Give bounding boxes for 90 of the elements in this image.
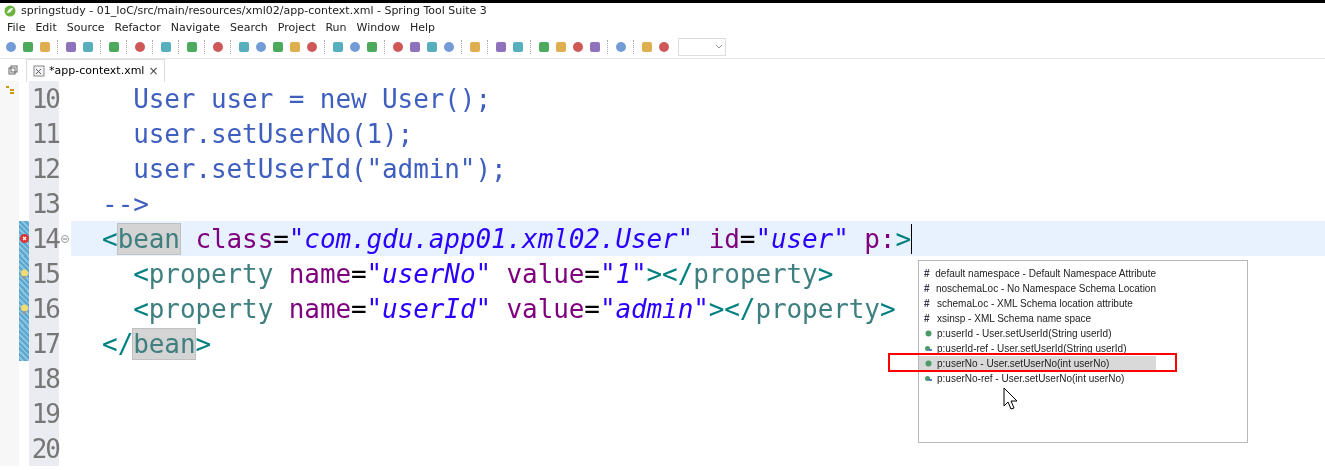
collapse-icon[interactable] [61, 234, 69, 243]
lightbulb-icon[interactable] [19, 303, 29, 314]
line-number: 20 [29, 431, 59, 466]
menu-item[interactable]: Edit [30, 20, 62, 34]
menu-item[interactable]: File [2, 20, 31, 34]
code-token: value [505, 258, 585, 289]
code-token: p: [863, 223, 896, 254]
code-token: < [101, 223, 118, 254]
reference-icon [924, 374, 933, 383]
code-token: property [755, 293, 880, 324]
hash-icon: # [924, 313, 933, 324]
code-token: "com.gdu.app01.xml02.User" [288, 223, 694, 254]
line-number: 13 [29, 186, 59, 221]
code-token: --> [101, 188, 149, 219]
line-number: 10 [29, 81, 59, 116]
code-token: property [148, 258, 274, 289]
code-token: ></ [646, 258, 694, 289]
code-token: name [287, 258, 351, 289]
code-token: = [351, 293, 367, 324]
line-number: 12 [29, 151, 59, 186]
code-token: user.setUserId("admin"); [132, 153, 507, 184]
hash-icon: # [924, 298, 933, 309]
code-token: value [505, 293, 585, 324]
menu-item[interactable]: Project [272, 20, 321, 34]
menu-item[interactable]: Navigate [165, 20, 225, 34]
proposal-item[interactable]: p:userNo-ref - User.setUserNo(int userNo) [919, 371, 1156, 386]
dot-icon [924, 329, 933, 338]
lightbulb-icon[interactable] [19, 268, 29, 279]
code-token: "userId" [366, 293, 491, 324]
code-token: </ [101, 328, 134, 359]
proposal-item[interactable]: p:userId - User.setUserId(String userId) [919, 326, 1156, 341]
code-token: id [707, 223, 740, 254]
code-token: User user = new User(); [132, 83, 491, 114]
window-title: springstudy - 01_IoC/src/main/resources/xml02/app-context.xml - Spring Tool Suite 3 [21, 4, 487, 17]
code-token: = [584, 258, 600, 289]
mouse-pointer-icon [1003, 387, 1019, 411]
code-token: bean [117, 223, 180, 254]
line-number: 18 [29, 361, 59, 396]
proposal-item[interactable]: # schemaLoc - XML Schema location attribute [919, 296, 1156, 311]
menu-item[interactable]: Source [61, 20, 110, 34]
outline-icon[interactable] [4, 85, 15, 95]
dot-icon [924, 359, 933, 368]
code-token: > [195, 328, 211, 359]
proposal-item[interactable]: # xsinsp - XML Schema name space [919, 311, 1156, 326]
chevron-down-icon [715, 44, 723, 50]
code-token: = [739, 223, 756, 254]
code-token: > [879, 293, 896, 324]
line-number: 17 [29, 326, 59, 361]
code-token: = [351, 258, 367, 289]
tab-label: *app-context.xml [49, 64, 145, 77]
line-number: 14 [29, 221, 59, 256]
line-number: 19 [29, 396, 59, 431]
menu-item[interactable]: Window [351, 20, 405, 34]
code-token: < [132, 258, 149, 289]
code-token: user.setUserNo(1); [132, 118, 414, 149]
code-token: > [895, 223, 911, 254]
code-token: name [287, 293, 351, 324]
close-icon[interactable]: × [148, 63, 159, 78]
code-token: < [132, 293, 149, 324]
menu-item[interactable]: Help [404, 20, 440, 34]
text-cursor [910, 223, 912, 254]
hash-icon: # [924, 268, 932, 279]
code-token: property [693, 258, 818, 289]
code-token: bean [133, 328, 196, 359]
menu-item[interactable]: Refactor [109, 20, 166, 34]
line-number: 16 [29, 291, 59, 326]
code-token: "user" [755, 223, 849, 254]
reference-icon [924, 344, 933, 353]
proposal-item[interactable]: # noschemaLoc - No Namespace Schema Location [919, 281, 1156, 296]
code-token: class [194, 223, 274, 254]
line-number: 11 [29, 116, 59, 151]
code-token: > [817, 258, 834, 289]
code-token: = [584, 293, 600, 324]
code-token: ></ [708, 293, 756, 324]
code-token: "userNo" [366, 258, 491, 289]
code-token: "1" [599, 258, 647, 289]
code-token: "admin" [599, 293, 709, 324]
menu-item[interactable]: Search [225, 20, 273, 34]
code-token: = [273, 223, 289, 254]
hash-icon: # [924, 283, 932, 294]
xml-file-icon [33, 64, 45, 77]
menu-item[interactable]: Run [320, 20, 352, 34]
proposal-item[interactable]: # default namespace - Default Namespace Attribute [919, 266, 1156, 281]
code-token: property [148, 293, 274, 324]
change-marker [19, 326, 29, 361]
line-number: 15 [29, 256, 59, 291]
restore-icon[interactable] [8, 65, 18, 75]
editor-tab[interactable]: *app-context.xml × [26, 58, 166, 82]
proposal-item[interactable]: p:userId-ref - User.setUserId(String userId) [919, 341, 1156, 356]
error-icon[interactable] [19, 234, 29, 243]
